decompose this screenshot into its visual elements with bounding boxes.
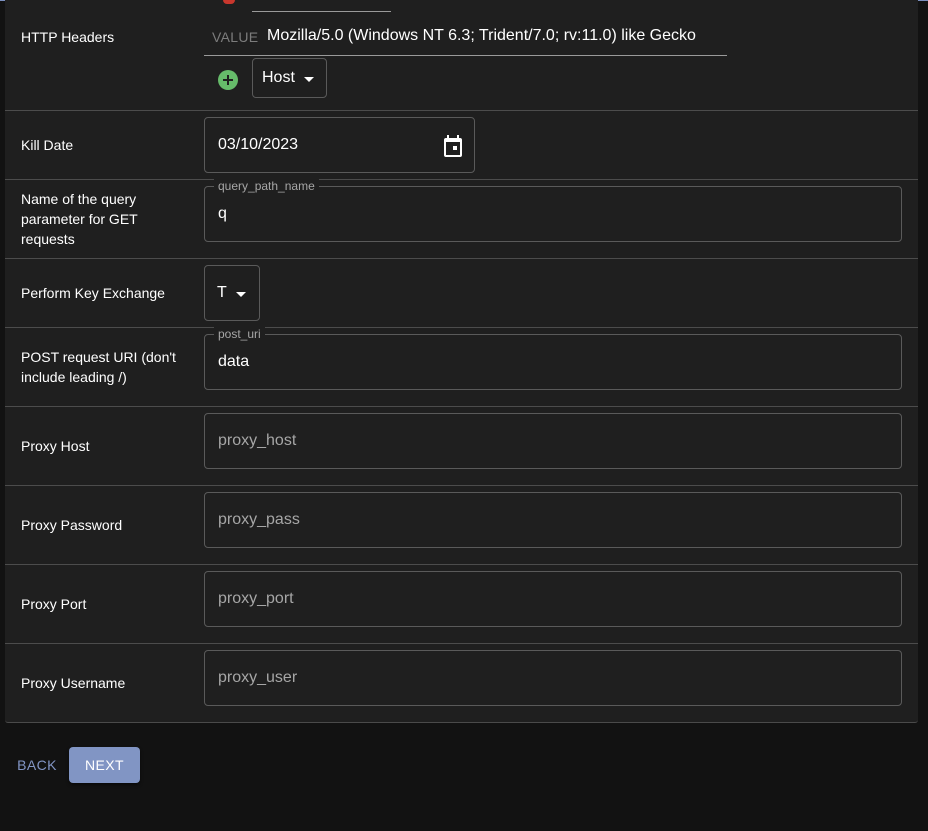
kill-date-value: 03/10/2023 <box>218 136 299 153</box>
row-http-headers: HTTP Headers VALUE Mozilla/5.0 (Windows … <box>5 0 918 111</box>
remove-header-icon[interactable] <box>223 0 235 4</box>
post-uri-value: data <box>218 353 250 370</box>
row-proxy-host: Proxy Host proxy_host <box>5 407 918 486</box>
query-path-name-legend: query_path_name <box>214 179 319 193</box>
post-uri-legend: post_uri <box>214 327 265 341</box>
header-value-text: Mozilla/5.0 (Windows NT 6.3; Trident/7.0… <box>267 27 696 44</box>
query-path-name-label: Name of the query parameter for GET requ… <box>21 191 138 247</box>
proxy-password-input[interactable]: proxy_pass <box>204 492 902 548</box>
query-path-name-value: q <box>218 205 227 222</box>
kill-date-input[interactable]: 03/10/2023 <box>204 117 475 173</box>
row-proxy-username: Proxy Username proxy_user <box>5 644 918 722</box>
query-path-name-input[interactable]: query_path_name q <box>204 179 902 242</box>
add-header-icon[interactable] <box>218 70 238 90</box>
proxy-port-placeholder: proxy_port <box>218 590 294 607</box>
row-proxy-port: Proxy Port proxy_port <box>5 565 918 644</box>
http-headers-label: HTTP Headers <box>21 29 115 45</box>
header-key-input[interactable] <box>252 0 391 12</box>
form-card: HTTP Headers VALUE Mozilla/5.0 (Windows … <box>5 0 918 723</box>
chevron-down-icon <box>236 292 246 297</box>
header-key-select[interactable]: Host <box>252 58 327 98</box>
chevron-down-icon <box>304 77 314 82</box>
header-value-input[interactable]: VALUE Mozilla/5.0 (Windows NT 6.3; Tride… <box>204 18 727 56</box>
header-value-prefix: VALUE <box>212 29 259 45</box>
next-button[interactable]: NEXT <box>69 747 140 783</box>
proxy-port-input[interactable]: proxy_port <box>204 571 902 627</box>
kill-date-label: Kill Date <box>21 136 74 153</box>
back-button[interactable]: BACK <box>9 747 65 783</box>
proxy-host-placeholder: proxy_host <box>218 432 297 449</box>
key-exchange-select[interactable]: T <box>204 265 260 321</box>
post-uri-label: POST request URI (don't include leading … <box>21 349 176 385</box>
row-key-exchange: Perform Key Exchange T <box>5 259 918 328</box>
proxy-host-input[interactable]: proxy_host <box>204 413 902 469</box>
post-uri-input[interactable]: post_uri data <box>204 327 902 390</box>
proxy-password-placeholder: proxy_pass <box>218 511 300 528</box>
proxy-username-label: Proxy Username <box>21 675 126 691</box>
row-kill-date: Kill Date 03/10/2023 <box>5 110 918 180</box>
row-query-path-name: Name of the query parameter for GET requ… <box>5 179 918 259</box>
proxy-username-placeholder: proxy_user <box>218 669 298 686</box>
proxy-password-label: Proxy Password <box>21 517 123 533</box>
proxy-port-label: Proxy Port <box>21 596 87 612</box>
key-exchange-label: Perform Key Exchange <box>21 285 165 301</box>
key-exchange-value: T <box>217 284 227 301</box>
proxy-host-label: Proxy Host <box>21 438 90 454</box>
header-key-select-value: Host <box>262 69 295 86</box>
calendar-icon[interactable] <box>444 135 462 157</box>
row-post-uri: POST request URI (don't include leading … <box>5 327 918 407</box>
proxy-username-input[interactable]: proxy_user <box>204 650 902 706</box>
row-proxy-password: Proxy Password proxy_pass <box>5 486 918 565</box>
